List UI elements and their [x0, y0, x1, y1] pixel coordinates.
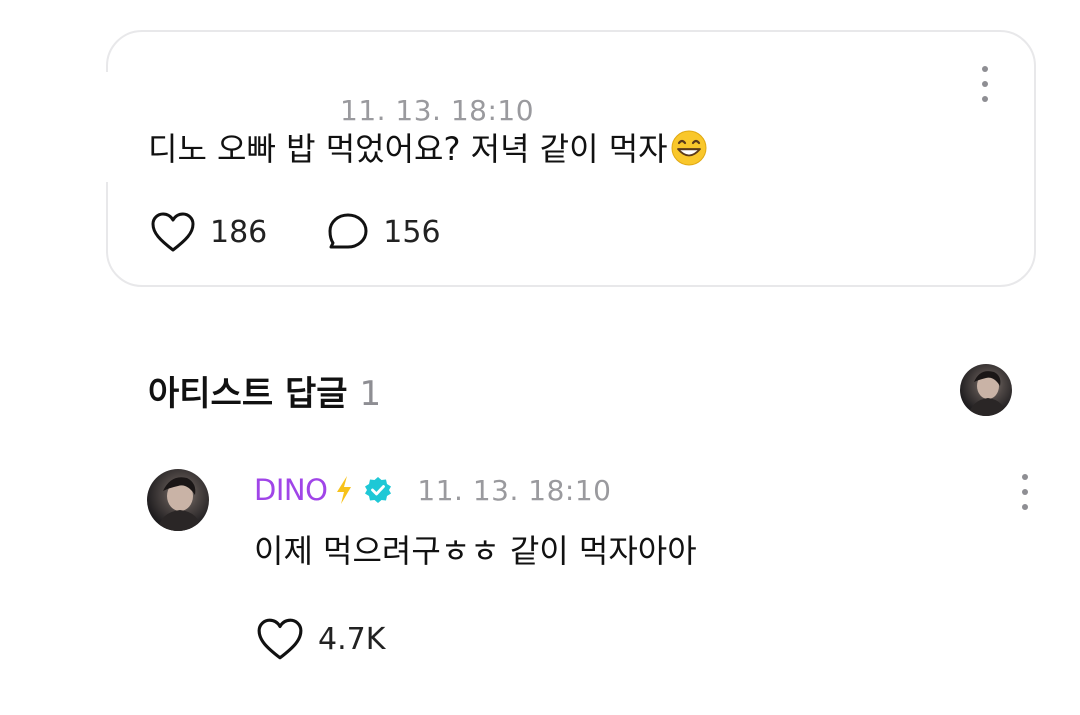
reply-text: 이제 먹으려구ㅎㅎ 같이 먹자아아: [254, 532, 697, 570]
post-card[interactable]: 11. 13. 18:10 디노 오빠 밥 먹었어요? 저녁 같이 먹자 186: [104, 30, 1036, 287]
post-text-content: 디노 오빠 밥 먹었어요? 저녁 같이 먹자: [148, 130, 668, 168]
avatar-image: [157, 477, 202, 531]
reply-more-icon[interactable]: [1020, 474, 1030, 510]
reply-like-button[interactable]: 4.7K: [256, 617, 385, 661]
post-more-icon[interactable]: [980, 66, 990, 102]
heart-icon: [151, 212, 195, 252]
reply-like-count: 4.7K: [318, 621, 386, 657]
artist-replies-count: 1: [359, 374, 382, 414]
artist-replies-header: 아티스트 답글 1: [148, 366, 381, 415]
comment-bubble-icon: [328, 213, 368, 249]
reply-author-avatar[interactable]: [147, 469, 209, 531]
post-like-button[interactable]: 186: [150, 211, 267, 253]
post-like-count: 186: [210, 214, 268, 250]
post-comment-button[interactable]: 156: [327, 212, 441, 252]
reply-author-name[interactable]: DINO: [254, 473, 328, 507]
grinning-face-emoji-icon: [671, 130, 707, 166]
post-comment-count: 156: [383, 214, 441, 250]
avatar-image: [968, 371, 1006, 416]
post-actions: 186 156: [150, 210, 501, 254]
page: 11. 13. 18:10 디노 오빠 밥 먹었어요? 저녁 같이 먹자 186: [0, 0, 1080, 715]
post-timestamp: 11. 13. 18:10: [340, 94, 535, 127]
reply-meta: DINO 11. 13. 18:10: [254, 472, 611, 508]
verified-icon: [365, 477, 392, 503]
heart-icon: [257, 618, 303, 660]
reply-actions: 4.7K: [256, 616, 445, 662]
lightning-icon: [337, 476, 352, 504]
reply-timestamp: 11. 13. 18:10: [417, 473, 612, 507]
artist-replies-title: 아티스트 답글: [148, 374, 348, 414]
post-text: 디노 오빠 밥 먹었어요? 저녁 같이 먹자: [148, 124, 708, 170]
artist-avatar[interactable]: [960, 364, 1012, 416]
